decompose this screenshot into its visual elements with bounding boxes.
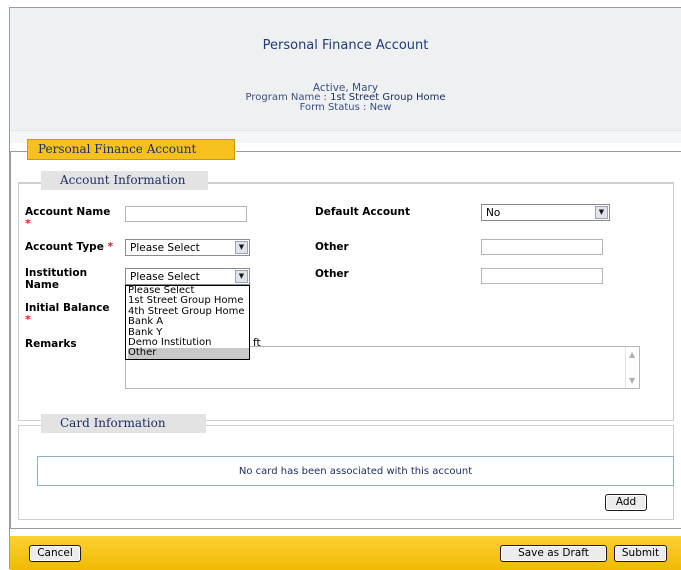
chevron-down-icon[interactable]: ▼ [235, 241, 248, 254]
page-title: Personal Finance Account [262, 38, 429, 53]
form-frame: Personal Finance Account Active, Mary Pr… [9, 7, 681, 570]
other-label-2: Other [315, 268, 349, 280]
section-line-left [10, 151, 27, 152]
footer-bar: Cancel Save as Draft Submit [10, 536, 681, 570]
section-line-right [236, 151, 681, 152]
account-type-value: Please Select [130, 242, 200, 254]
initial-balance-required: * [25, 313, 31, 326]
no-card-message: No card has been associated with this ac… [37, 456, 674, 486]
remarks-label: Remarks [25, 338, 77, 350]
save-draft-button[interactable]: Save as Draft [500, 545, 607, 562]
initial-balance-label: Initial Balance [25, 302, 110, 314]
account-info-line-left [18, 182, 41, 183]
cancel-button[interactable]: Cancel [29, 545, 81, 562]
header-info: Active, Mary Program Name : 1st Street G… [10, 83, 681, 113]
chevron-down-icon[interactable]: ▼ [235, 270, 248, 283]
status-line: Form Status : New [10, 103, 681, 113]
default-account-select[interactable]: No ▼ [481, 204, 610, 221]
dropdown-option[interactable]: Bank A [128, 316, 249, 327]
scroll-down-icon[interactable]: ▼ [629, 376, 635, 385]
dropdown-option-highlighted[interactable]: Other [128, 347, 249, 359]
account-info-line-right [208, 182, 674, 183]
other-label-1: Other [315, 241, 349, 253]
account-info-title: Account Information [41, 171, 208, 190]
add-card-button[interactable]: Add [605, 494, 647, 511]
status-label: Form Status : [299, 102, 367, 113]
institution-label: Institution Name [25, 267, 88, 291]
chevron-down-icon[interactable]: ▼ [595, 206, 608, 219]
institution-dropdown-list[interactable]: Please Select 1st Street Group Home 4th … [125, 285, 250, 360]
card-info-line-right [206, 425, 674, 426]
account-name-required: * [25, 217, 31, 230]
other-input-1[interactable] [481, 239, 603, 255]
card-info-title: Card Information [41, 414, 206, 433]
account-type-select[interactable]: Please Select ▼ [125, 239, 250, 256]
scroll-up-icon[interactable]: ▲ [629, 350, 635, 359]
other-input-2[interactable] [481, 268, 603, 284]
remarks-scrollbar[interactable]: ▲ ▼ [625, 347, 639, 388]
default-account-label: Default Account [315, 206, 410, 218]
account-type-label: Account Type * [25, 241, 113, 253]
card-info-line-left [18, 425, 41, 426]
status-value: New [369, 102, 392, 113]
submit-button[interactable]: Submit [614, 545, 667, 562]
card-info-box: No card has been associated with this ac… [18, 425, 674, 520]
section-title: Personal Finance Account [27, 139, 235, 160]
institution-value: Please Select [130, 271, 200, 283]
account-name-input[interactable] [125, 206, 247, 222]
form-header: Personal Finance Account Active, Mary Pr… [10, 8, 681, 131]
account-name-label: Account Name [25, 206, 111, 218]
default-account-value: No [486, 207, 501, 219]
institution-select[interactable]: Please Select ▼ [125, 268, 250, 285]
